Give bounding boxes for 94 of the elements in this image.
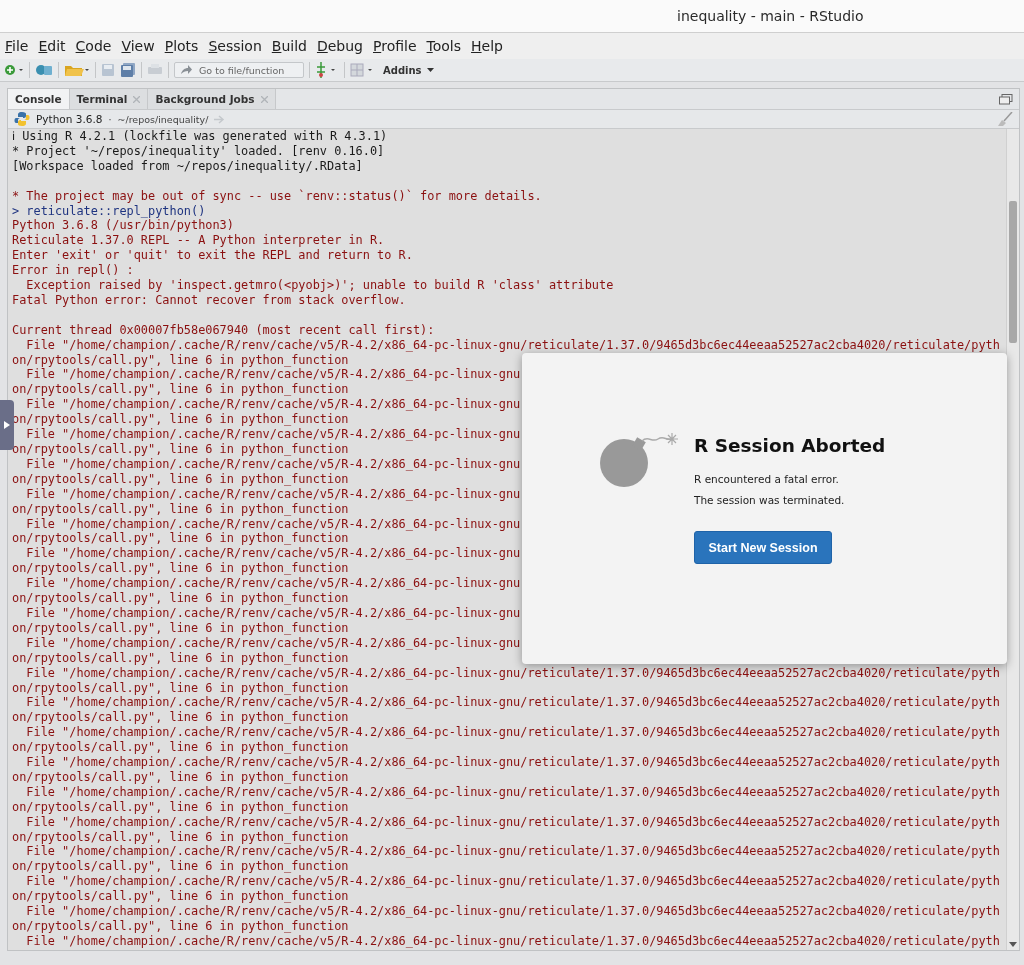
console-line: File "/home/champion/.cache/R/renv/cache/v5/R-4.2/x86_64-pc-linux-gnu/reticulate/1.37.0/9465d3bc6ec44eeaa52527ac2cba4020/reticulate/pyth — [25, 933, 1000, 949]
console-line: on/rpytools/call.py", line 6 in python_function — [12, 620, 349, 636]
addins-menu[interactable]: Addins — [383, 64, 434, 76]
console-line: File "/home/champion/.cache/R/renv/cache/v5/R-4.2/x86_64-pc-linux-gnu — [25, 427, 521, 442]
dialog-message: The session was terminated. — [694, 494, 845, 506]
console-line: on/rpytools/call.py", line 6 in python_function — [12, 382, 349, 398]
console-line: Python 3.6.8 (/usr/bin/python3) — [12, 218, 234, 234]
console-line: on/rpytools/call.py", line 6 in python_function — [12, 442, 349, 457]
console-line: on/rpytools/call.py", line 6 in python_function — [12, 769, 349, 785]
menu-item[interactable]: Tools — [425, 38, 467, 54]
working-directory: ~/repos/inequality/ — [117, 113, 209, 125]
maximize-icon[interactable] — [999, 93, 1013, 105]
pane-tab[interactable]: Background Jobs — [148, 89, 276, 109]
console-line: File "/home/champion/.cache/R/renv/cache/v5/R-4.2/x86_64-pc-linux-gnu — [25, 516, 521, 532]
scrollbar-thumb[interactable] — [1009, 201, 1017, 343]
console-line: on/rpytools/call.py", line 6 in python_function — [12, 471, 349, 487]
menu-item[interactable]: View — [120, 38, 160, 54]
console-line: on/rpytools/call.py", line 6 in python_function — [12, 680, 349, 696]
console-line: on/rpytools/call.py", line 6 in python_function — [12, 740, 349, 756]
console-line: on/rpytools/call.py", line 6 in python_function — [12, 919, 349, 934]
menu-item[interactable]: Debug — [315, 38, 368, 54]
console-line: > reticulate::repl_python() — [12, 203, 206, 219]
caret-icon — [426, 68, 434, 72]
start-new-session-button[interactable]: Start New Session — [694, 531, 832, 564]
console-line: ℹ Using R 4.2.1 (lockfile was generated with R 4.3.1) — [12, 129, 388, 144]
dialog-title: R Session Aborted — [694, 435, 886, 456]
scroll-down-icon[interactable] — [1009, 942, 1017, 947]
menu-item[interactable]: Profile — [372, 38, 422, 54]
console-line: File "/home/champion/.cache/R/renv/cache/v5/R-4.2/x86_64-pc-linux-gnu/reticulate/1.37.0/9465d3bc6ec44eeaa52527ac2cba4020/reticulate/pyth — [25, 695, 1000, 711]
console-line: File "/home/champion/.cache/R/renv/cache/v5/R-4.2/x86_64-pc-linux-gnu — [25, 546, 521, 562]
console-line: File "/home/champion/.cache/R/renv/cache/v5/R-4.2/x86_64-pc-linux-gnu/reticulate/1.37.0/9465d3bc6ec44eeaa52527ac2cba4020/reticulate/pyth — [25, 337, 1000, 353]
pane-handle[interactable] — [0, 400, 14, 450]
console-line: File "/home/champion/.cache/R/renv/cache/v5/R-4.2/x86_64-pc-linux-gnu — [25, 605, 521, 621]
console-line: Exception raised by 'inspect.getmro(<pyobj>)'; unable to build R 'class' attribute — [25, 278, 614, 293]
console-line: File "/home/champion/.cache/R/renv/cache/v5/R-4.2/x86_64-pc-linux-gnu/reticulate/1.37.0/9465d3bc6ec44eeaa52527ac2cba4020/reticulate/pyth — [25, 814, 1000, 830]
pane-tab[interactable]: Console — [8, 89, 70, 109]
window-title: inequality - main - RStudio — [677, 8, 864, 24]
console-line: on/rpytools/call.py", line 6 in python_function — [12, 889, 349, 905]
console-line: on/rpytools/call.py", line 6 in python_function — [12, 591, 349, 606]
go-to-file-field[interactable]: Go to file/function — [174, 62, 304, 78]
console-line: on/rpytools/call.py", line 6 in python_function — [12, 650, 349, 666]
interpreter-label: Python 3.6.8 — [36, 113, 103, 125]
save-all-icon[interactable] — [120, 63, 136, 77]
console-line: File "/home/champion/.cache/R/renv/cache/v5/R-4.2/x86_64-pc-linux-gnu — [25, 486, 521, 502]
console-line: File "/home/champion/.cache/R/renv/cache/v5/R-4.2/x86_64-pc-linux-gnu/reticulate/1.37.0/9465d3bc6ec44eeaa52527ac2cba4020/reticulate/pyth — [25, 725, 1000, 741]
console-line: File "/home/champion/.cache/R/renv/cache/v5/R-4.2/x86_64-pc-linux-gnu — [25, 367, 521, 383]
console-line: Fatal Python error: Cannot recover from stack overflow. — [12, 292, 406, 308]
console-line: on/rpytools/call.py", line 6 in python_function — [12, 412, 349, 428]
console-line: on/rpytools/call.py", line 6 in python_function — [12, 352, 349, 368]
broom-icon[interactable] — [997, 112, 1013, 126]
console-line: on/rpytools/call.py", line 6 in python_function — [12, 859, 349, 875]
menu-item[interactable]: Session — [207, 38, 267, 54]
console-line: File "/home/champion/.cache/R/renv/cache/v5/R-4.2/x86_64-pc-linux-gnu/reticulate/1.37.0/9465d3bc6ec44eeaa52527ac2cba4020/reticulate/pyth — [25, 784, 1000, 800]
close-icon[interactable] — [133, 95, 141, 103]
console-line: on/rpytools/call.py", line 6 in python_function — [12, 561, 349, 577]
print-icon[interactable] — [147, 63, 163, 77]
pane-tab[interactable]: Terminal — [69, 89, 149, 109]
console-line: File "/home/champion/.cache/R/renv/cache/v5/R-4.2/x86_64-pc-linux-gnu/reticulate/1.37.0/9465d3bc6ec44eeaa52527ac2cba4020/reticulate/pyth — [25, 844, 1000, 860]
console-line: File "/home/champion/.cache/R/renv/cache/v5/R-4.2/x86_64-pc-linux-gnu — [25, 576, 521, 592]
folder-icon[interactable] — [64, 63, 90, 77]
console-line: [Workspace loaded from ~/repos/inequality/.RData] — [12, 158, 363, 174]
menu-item[interactable]: Edit — [37, 38, 71, 54]
console-line: on/rpytools/call.py", line 6 in python_function — [12, 710, 349, 726]
console-line: File "/home/champion/.cache/R/renv/cache/v5/R-4.2/x86_64-pc-linux-gnu/reticulate/1.37.0/9465d3bc6ec44eeaa52527ac2cba4020/reticulate/pyth — [25, 904, 1000, 919]
console-line: File "/home/champion/.cache/R/renv/cache/v5/R-4.2/x86_64-pc-linux-gnu — [25, 635, 521, 651]
close-icon[interactable] — [260, 95, 268, 103]
console-line: File "/home/champion/.cache/R/renv/cache/v5/R-4.2/x86_64-pc-linux-gnu/reticulate/1.37.0/9465d3bc6ec44eeaa52527ac2cba4020/reticulate/pyth — [25, 755, 1000, 770]
console-line: * Project '~/repos/inequality' loaded. [renv 0.16.0] — [12, 143, 385, 159]
console-line: * The project may be out of sync -- use `renv::status()` for more details. — [12, 188, 542, 204]
menu-item[interactable]: File — [4, 38, 34, 54]
menu-item[interactable]: Code — [74, 38, 117, 54]
console-line: on/rpytools/call.py", line 6 in python_function — [12, 829, 349, 845]
menu-item[interactable]: Build — [270, 38, 312, 54]
console-line: on/rpytools/call.py", line 6 in python_function — [12, 799, 349, 815]
console-line: File "/home/champion/.cache/R/renv/cache/v5/R-4.2/x86_64-pc-linux-gnu — [25, 397, 521, 413]
python-logo-icon — [14, 111, 30, 127]
console-line: Enter 'exit' or 'quit' to exit the REPL and return to R. — [12, 248, 413, 264]
console-line: on/rpytools/call.py", line 6 in python_function — [12, 531, 349, 547]
arrow-icon — [180, 65, 192, 75]
arrow-icon[interactable] — [214, 114, 226, 124]
save-icon[interactable] — [101, 63, 115, 77]
scrollbar[interactable] — [1006, 129, 1019, 950]
menu-item[interactable]: Help — [470, 38, 508, 54]
console-line: Reticulate 1.37.0 REPL -- A Python interpreter in R. — [12, 233, 385, 249]
console-line: File "/home/champion/.cache/R/renv/cache/v5/R-4.2/x86_64-pc-linux-gnu — [25, 456, 521, 472]
console-line: Error in repl() : — [12, 263, 134, 279]
console-line: File "/home/champion/.cache/R/renv/cache/v5/R-4.2/x86_64-pc-linux-gnu/reticulate/1.37.0/9465d3bc6ec44eeaa52527ac2cba4020/reticulate/pyth — [25, 874, 1000, 890]
console-line: Current thread 0x00007fb58e067940 (most recent call first): — [12, 322, 435, 338]
console-line: on/rpytools/call.py", line 6 in python_function — [12, 501, 349, 517]
menu-item[interactable]: Plots — [163, 38, 204, 54]
dialog-message: R encountered a fatal error. — [694, 473, 839, 485]
new-file-icon[interactable] — [4, 63, 24, 77]
console-line: File "/home/champion/.cache/R/renv/cache/v5/R-4.2/x86_64-pc-linux-gnu/reticulate/1.37.0/9465d3bc6ec44eeaa52527ac2cba4020/reticulate/pyth — [25, 665, 1000, 681]
separator: · — [108, 113, 112, 125]
